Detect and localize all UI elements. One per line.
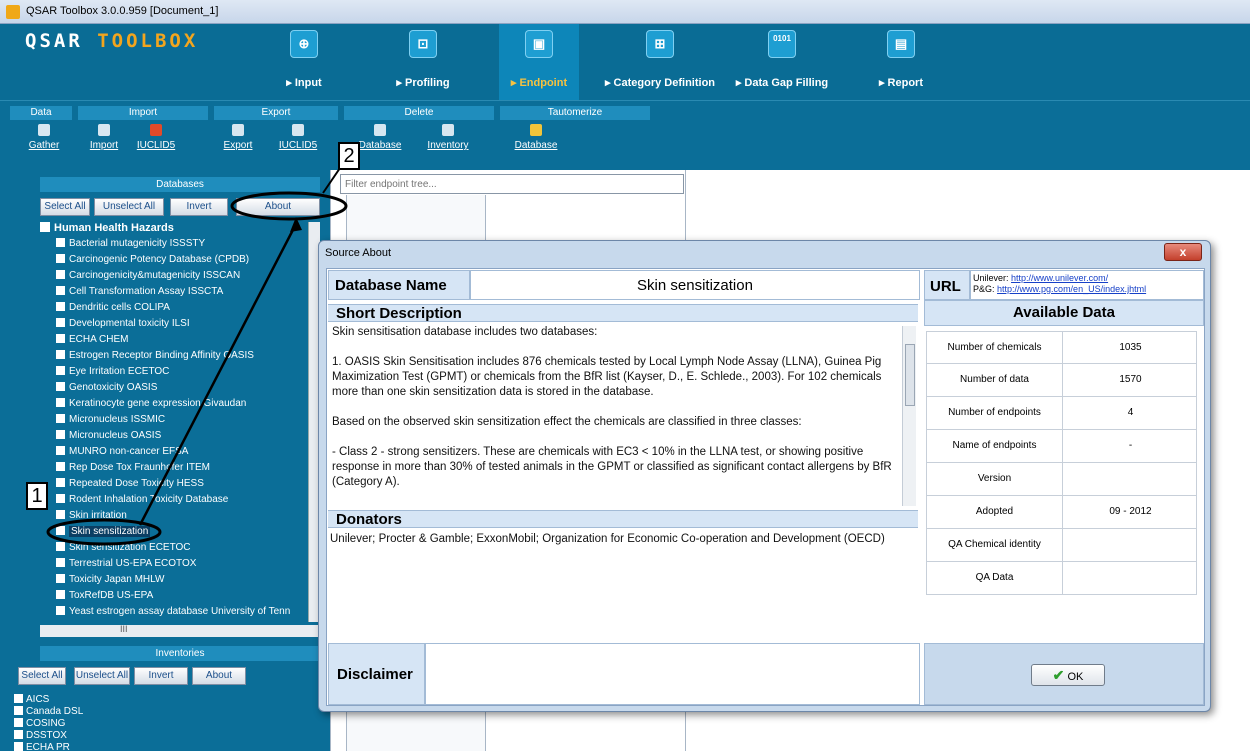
- short-description-text[interactable]: Skin sensitisation database includes two…: [328, 322, 918, 508]
- url-label: URL: [924, 270, 970, 300]
- ok-button[interactable]: ✔ OK: [1031, 664, 1105, 686]
- database-name-label: Database Name: [328, 270, 470, 300]
- donators-text: Unilever; Procter & Gamble; ExxonMobil; …: [330, 533, 885, 545]
- table-row: Number of endpoints 4: [926, 397, 1197, 430]
- disclaimer-label: Disclaimer: [328, 643, 425, 705]
- skin-sensitization-highlight-ellipse: [46, 518, 162, 546]
- url-link[interactable]: http://www.pg.com/en_US/index.jhtml: [997, 284, 1146, 294]
- database-name-value: Skin sensitization: [470, 270, 920, 300]
- check-icon: ✔: [1052, 667, 1065, 683]
- annotation-callout-1: 1: [26, 482, 48, 510]
- callout2-pointer: [322, 167, 341, 194]
- url-link[interactable]: http://www.unilever.com/: [1011, 273, 1108, 283]
- available-data-title: Available Data: [924, 300, 1204, 326]
- table-row: Number of chemicals 1035: [926, 331, 1197, 364]
- dialog-title: Source About: [325, 247, 392, 259]
- table-row: Adopted 09 - 2012: [926, 496, 1197, 529]
- annotation-callout-2: 2: [338, 142, 360, 170]
- scrollbar-thumb[interactable]: [905, 344, 915, 406]
- donators-label: Donators: [328, 510, 918, 528]
- description-scrollbar[interactable]: [902, 326, 916, 506]
- table-row: Version: [926, 463, 1197, 496]
- table-row: QA Chemical identity: [926, 529, 1197, 562]
- url-item: P&G: http://www.pg.com/en_US/index.jhtml: [973, 284, 1147, 294]
- annotation-arrow: [138, 223, 298, 526]
- table-row: Number of data 1570: [926, 364, 1197, 397]
- short-description-label: Short Description: [328, 304, 918, 322]
- table-row: QA Data: [926, 562, 1197, 595]
- url-item: Unilever: http://www.unilever.com/: [973, 273, 1109, 283]
- dialog-close-button[interactable]: x: [1164, 243, 1202, 261]
- about-highlight-ellipse: [230, 191, 348, 221]
- table-row: Name of endpoints -: [926, 430, 1197, 463]
- disclaimer-text: [425, 643, 920, 705]
- url-list: Unilever: http://www.unilever.com/ P&G: …: [970, 270, 1204, 300]
